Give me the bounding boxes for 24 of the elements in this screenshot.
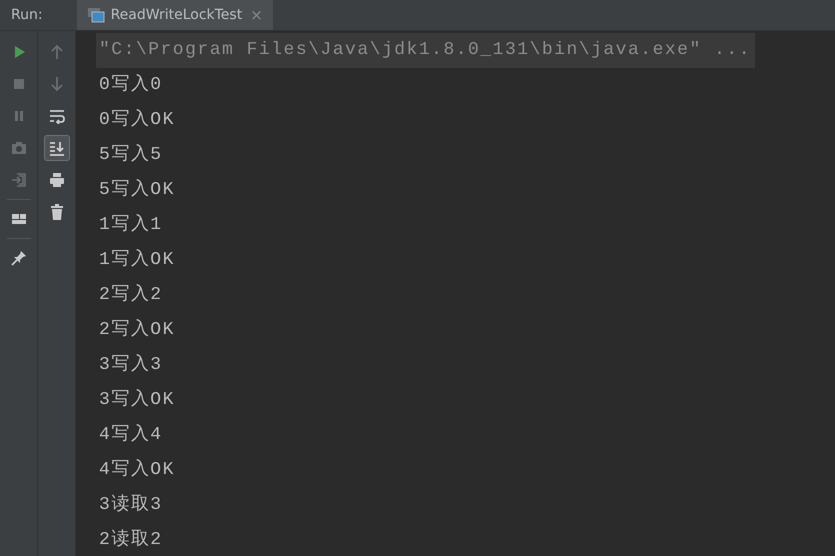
output-line: 3写入OK (98, 388, 175, 412)
output-line: 4写入4 (98, 423, 163, 447)
output-line: 5写入OK (98, 178, 175, 202)
output-line: 2写入OK (98, 318, 175, 342)
output-line: 4写入OK (98, 458, 175, 482)
pin-icon[interactable] (10, 250, 26, 266)
window-icon (86, 7, 105, 23)
output-line: 3写入3 (98, 353, 163, 377)
panel-label: Run: (10, 7, 44, 23)
printer-icon[interactable] (48, 172, 64, 188)
wrap-icon[interactable] (48, 108, 64, 124)
layout-icon[interactable] (10, 211, 26, 227)
output-line: 1写入OK (98, 248, 175, 272)
output-line: 0写入OK (98, 108, 175, 132)
output-line: 2读取2 (98, 528, 163, 552)
scroll-to-end-icon[interactable] (48, 140, 64, 156)
output-line: 2写入2 (98, 283, 163, 307)
output-line: 3读取3 (98, 493, 163, 517)
output-line: 1写入1 (98, 213, 163, 237)
run-tab[interactable]: ReadWriteLockTest × (76, 0, 273, 30)
output-line: 0写入0 (98, 73, 163, 97)
output-line: 5写入5 (98, 143, 163, 167)
close-icon[interactable]: × (250, 6, 263, 24)
trash-icon[interactable] (48, 204, 64, 220)
